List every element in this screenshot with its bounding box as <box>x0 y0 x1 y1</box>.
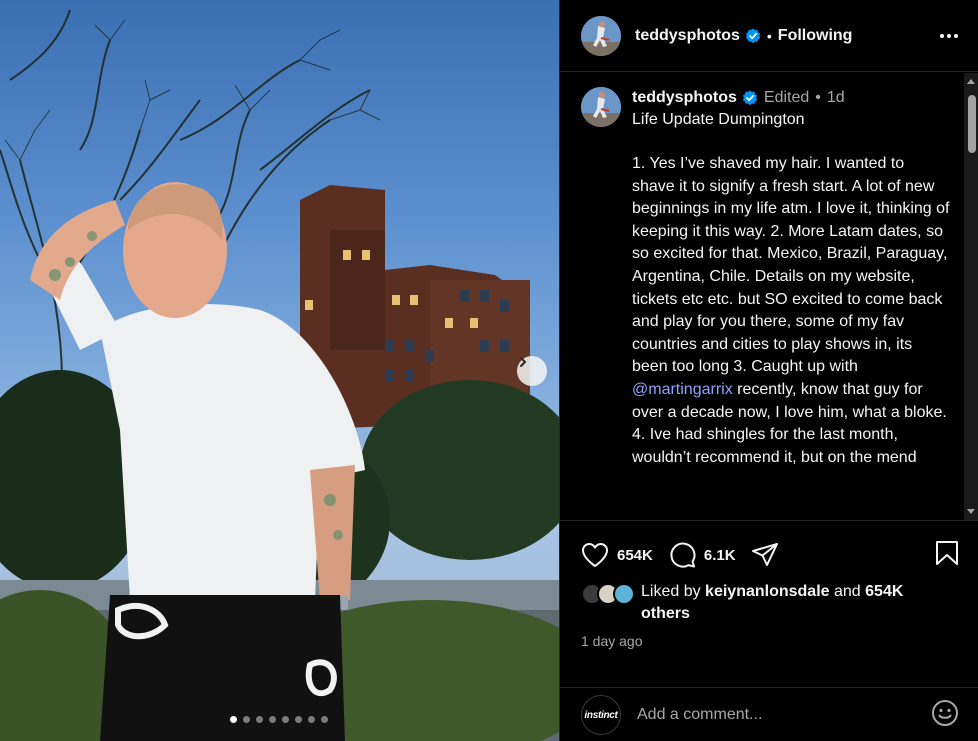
liked-by-summary: Liked by keiynanlonsdale and 654K others <box>560 571 978 625</box>
caption-scroll-area[interactable]: teddysphotos Edited • 1d Life Update Dum… <box>560 73 964 520</box>
liked-by-username[interactable]: keiynanlonsdale <box>705 583 830 600</box>
edited-label: Edited <box>763 89 810 106</box>
author-avatar-image <box>581 15 621 56</box>
header-separator: • <box>766 27 772 44</box>
bookmark-icon <box>936 540 958 565</box>
share-icon <box>751 543 778 566</box>
carousel-next-button[interactable] <box>517 356 547 386</box>
emoji-button[interactable] <box>931 699 959 732</box>
current-user-avatar[interactable]: instinct <box>581 695 621 735</box>
verified-badge-icon <box>742 90 758 106</box>
caption-header: teddysphotos Edited • 1d <box>632 87 950 109</box>
carousel-dot <box>282 716 289 723</box>
post-timestamp[interactable]: 1 day ago <box>560 625 978 649</box>
liked-by-text: Liked by keiynanlonsdale and 654K others <box>641 581 941 625</box>
caption-text-part1: 1. Yes I’ve shaved my hair. I wanted to … <box>632 155 950 376</box>
scrollbar-thumb[interactable] <box>968 95 976 153</box>
liked-by-prefix: Liked by <box>641 583 701 600</box>
liked-by-and: and <box>834 583 861 600</box>
caption-author-avatar[interactable] <box>581 87 621 127</box>
liked-by-avatars[interactable] <box>581 583 637 609</box>
caption-scrollbar[interactable] <box>964 73 978 520</box>
verified-badge-icon <box>745 28 761 44</box>
caption-username[interactable]: teddysphotos <box>632 89 737 107</box>
carousel-dot <box>243 716 250 723</box>
save-button[interactable] <box>935 540 959 571</box>
scroll-down-arrow-icon[interactable] <box>967 509 975 514</box>
carousel-dot <box>256 716 263 723</box>
caption-title: Life Update Dumpington <box>632 111 805 128</box>
carousel-dot-active <box>230 716 237 723</box>
like-button[interactable]: 654K <box>581 542 668 568</box>
comment-button[interactable]: 6.1K <box>668 541 751 569</box>
post-sidebar: teddysphotos • Following teddysphotos Ed… <box>559 0 978 741</box>
post-header: teddysphotos • Following <box>560 0 978 72</box>
following-button[interactable]: Following <box>778 27 853 45</box>
caption-separator: • <box>815 89 821 106</box>
carousel-dot <box>295 716 302 723</box>
liker-avatar <box>613 583 635 605</box>
author-avatar[interactable] <box>581 15 621 56</box>
caption-avatar-image <box>581 87 621 127</box>
caption: teddysphotos Edited • 1d Life Update Dum… <box>560 73 964 469</box>
post-photo[interactable] <box>0 0 559 741</box>
more-options-icon[interactable] <box>940 33 958 38</box>
caption-text: 1. Yes I’ve shaved my hair. I wanted to … <box>632 153 950 469</box>
caption-timestamp[interactable]: 1d <box>827 89 845 107</box>
caption-body: teddysphotos Edited • 1d Life Update Dum… <box>632 87 950 469</box>
like-count[interactable]: 654K <box>617 547 653 564</box>
scroll-up-arrow-icon[interactable] <box>967 79 975 84</box>
current-user-avatar-logo: instinct <box>584 709 618 721</box>
mention-link[interactable]: @martingarrix <box>632 381 733 398</box>
share-button[interactable] <box>751 542 779 568</box>
emoji-icon <box>932 699 958 726</box>
heart-icon <box>582 543 608 567</box>
author-username[interactable]: teddysphotos <box>635 27 740 45</box>
carousel-dot <box>269 716 276 723</box>
carousel-dot <box>308 716 315 723</box>
engagement-section: 654K 6.1K Liked by keiynanlonsdale and 6… <box>560 520 978 741</box>
chevron-right-icon <box>520 357 526 367</box>
comment-icon <box>670 542 696 568</box>
comment-count[interactable]: 6.1K <box>704 547 736 564</box>
comment-composer: instinct <box>560 687 978 741</box>
comment-input[interactable] <box>637 706 907 724</box>
action-bar: 654K 6.1K <box>560 521 978 571</box>
carousel-dot <box>321 716 328 723</box>
photo-illustration <box>0 9 559 741</box>
carousel-indicator <box>230 716 328 723</box>
